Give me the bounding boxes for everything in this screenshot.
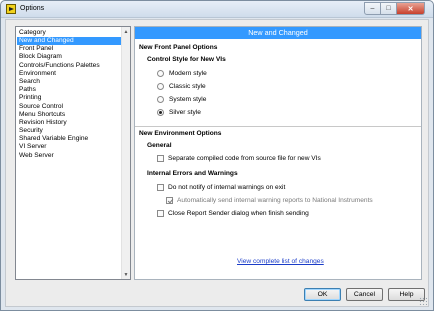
radio-label: Modern style [169, 70, 207, 77]
radio-label: System style [169, 96, 207, 103]
category-item[interactable]: Web Server [17, 152, 121, 160]
section-divider [135, 126, 421, 127]
radio-silver-style[interactable]: Silver style [157, 109, 201, 116]
category-item[interactable]: Revision History [17, 119, 121, 127]
radio-label: Classic style [169, 83, 206, 90]
window-controls: – □ ✕ [364, 2, 425, 15]
category-item[interactable]: Shared Variable Engine [17, 135, 121, 143]
close-report-checkbox[interactable]: Close Report Sender dialog when finish s… [157, 210, 309, 217]
checkbox-label: Automatically send internal warning repo… [177, 197, 373, 204]
ok-button[interactable]: OK [304, 288, 341, 301]
category-item[interactable]: Block Diagram [17, 53, 121, 61]
category-listbox[interactable]: Category New and Changed Front Panel Block… [15, 26, 131, 280]
scroll-down-icon[interactable]: ▼ [122, 270, 130, 279]
radio-modern-style[interactable]: Modern style [157, 70, 207, 77]
category-header: Category [19, 29, 46, 36]
dont-notify-checkbox[interactable]: Do not notify of internal warnings on ex… [157, 184, 285, 191]
checkbox-indicator[interactable] [157, 155, 164, 162]
control-style-title: Control Style for New VIs [147, 56, 226, 63]
checkbox-indicator [166, 197, 173, 204]
category-item[interactable]: Printing [17, 94, 121, 102]
checkbox-indicator[interactable] [157, 210, 164, 217]
dialog-client-area: Category New and Changed Front Panel Block… [5, 19, 429, 307]
radio-classic-style[interactable]: Classic style [157, 83, 206, 90]
close-icon: ✕ [407, 5, 414, 13]
auto-send-checkbox: Automatically send internal warning repo… [166, 197, 373, 204]
radio-system-style[interactable]: System style [157, 96, 206, 103]
category-item[interactable]: Paths [17, 86, 121, 94]
environment-section-title: New Environment Options [139, 130, 222, 137]
cancel-button[interactable]: Cancel [346, 288, 383, 301]
minimize-icon: – [370, 5, 375, 12]
category-item[interactable]: Environment [17, 70, 121, 78]
internal-errors-title: Internal Errors and Warnings [147, 170, 238, 177]
panel-header: New and Changed [135, 27, 421, 39]
category-item[interactable]: Front Panel [17, 45, 121, 53]
window-title: Options [20, 5, 45, 12]
category-item[interactable]: Menu Shortcuts [17, 111, 121, 119]
radio-indicator[interactable] [157, 70, 164, 77]
category-item[interactable]: VI Server [17, 143, 121, 151]
front-panel-section-title: New Front Panel Options [139, 44, 218, 51]
category-scrollbar[interactable]: ▲ ▼ [121, 27, 130, 279]
separate-compiled-checkbox[interactable]: Separate compiled code from source file … [157, 155, 321, 162]
labview-app-icon [6, 4, 16, 14]
category-item[interactable]: Controls/Functions Palettes [17, 62, 121, 70]
category-item[interactable]: Source Control [17, 103, 121, 111]
general-title: General [147, 142, 172, 149]
radio-indicator[interactable] [157, 109, 164, 116]
checkbox-indicator[interactable] [157, 184, 164, 191]
checkbox-label: Do not notify of internal warnings on ex… [168, 184, 286, 191]
radio-indicator[interactable] [157, 96, 164, 103]
close-button[interactable]: ✕ [397, 2, 425, 15]
checkbox-label: Close Report Sender dialog when finish s… [168, 210, 309, 217]
radio-indicator[interactable] [157, 83, 164, 90]
checkbox-label: Separate compiled code from source file … [168, 155, 321, 162]
maximize-icon: □ [386, 5, 391, 12]
maximize-button[interactable]: □ [381, 2, 397, 15]
options-window: Options – □ ✕ Category New and Changed Fr… [0, 0, 434, 311]
category-item[interactable]: Security [17, 127, 121, 135]
scroll-up-icon[interactable]: ▲ [122, 27, 130, 36]
category-item[interactable]: Search [17, 78, 121, 86]
radio-label: Silver style [169, 109, 201, 116]
title-bar[interactable]: Options – □ ✕ [1, 1, 433, 18]
minimize-button[interactable]: – [364, 2, 381, 15]
settings-panel: New and Changed New Front Panel Options … [134, 26, 422, 280]
view-changes-link[interactable]: View complete list of changes [237, 258, 324, 265]
resize-grip-icon[interactable] [419, 297, 427, 305]
category-items: New and Changed Front Panel Block Diagram C… [17, 37, 121, 160]
category-item[interactable]: New and Changed [17, 37, 121, 46]
